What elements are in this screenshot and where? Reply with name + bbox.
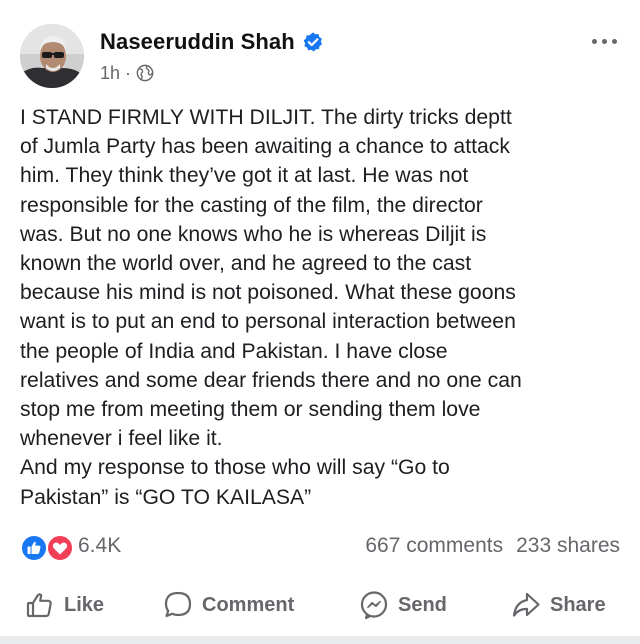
action-bar: Like Comment Send Share — [0, 582, 640, 628]
post-text-line: stop me from meeting them or sending the… — [20, 398, 481, 422]
comment-button[interactable]: Comment — [162, 582, 294, 628]
like-icon — [26, 593, 52, 618]
comments-shares: 667 comments 233 shares — [365, 532, 620, 560]
more-dot — [611, 38, 617, 44]
share-icon — [512, 592, 540, 617]
love-reaction-icon — [46, 534, 74, 562]
comment-icon — [164, 591, 192, 618]
divider-bar — [0, 636, 640, 644]
more-options-icon[interactable] — [588, 34, 620, 48]
post-header: Naseeruddin Shah 1h · — [20, 22, 620, 90]
share-label: Share — [550, 593, 606, 616]
post-text-line: whenever i feel like it. — [20, 427, 223, 451]
facebook-post: Naseeruddin Shah 1h · I STAND FIRMLY WIT… — [0, 0, 640, 644]
send-label: Send — [398, 593, 447, 616]
meta-separator: · — [125, 62, 132, 83]
post-text: I STAND FIRMLY WITH DILJIT. The dirty tr… — [20, 103, 625, 512]
share-button[interactable]: Share — [510, 582, 606, 628]
author-line: Naseeruddin Shah — [100, 28, 324, 56]
shares-count[interactable]: 233 shares — [516, 534, 620, 558]
post-text-line: was. But no one knows who he is whereas … — [20, 222, 487, 246]
reaction-icons — [20, 532, 74, 562]
reactions-summary[interactable]: 6.4K — [20, 532, 122, 562]
comments-count[interactable]: 667 comments — [365, 534, 503, 558]
post-text-line: the people of India and Pakistan. I have… — [20, 339, 448, 363]
like-label: Like — [64, 593, 105, 616]
avatar-photo — [20, 24, 84, 88]
more-dot — [591, 38, 597, 44]
post-text-line: relatives and some dear friends there an… — [20, 368, 522, 392]
like-reaction-icon — [20, 534, 48, 562]
globe-icon[interactable] — [136, 64, 154, 82]
post-time[interactable]: 1h — [100, 63, 120, 84]
post-text-line: him. They think they’ve got it at last. … — [20, 164, 469, 188]
messenger-send-icon — [360, 591, 388, 620]
post-text-line: And my response to those who will say “G… — [20, 456, 450, 480]
verified-badge-icon — [302, 31, 324, 53]
like-button[interactable]: Like — [24, 582, 104, 628]
post-text-line: Pakistan” is “GO TO KAILASA” — [20, 485, 312, 509]
post-text-line: of Jumla Party has been awaiting a chanc… — [20, 135, 510, 159]
reaction-count: 6.4K — [78, 534, 122, 557]
post-text-line: known the world over, and he agreed to t… — [20, 252, 472, 276]
author-name[interactable]: Naseeruddin Shah — [100, 29, 295, 55]
send-button[interactable]: Send — [358, 582, 447, 628]
comment-label: Comment — [202, 593, 295, 616]
post-text-line: I STAND FIRMLY WITH DILJIT. The dirty tr… — [20, 106, 512, 129]
author-block: Naseeruddin Shah 1h · — [100, 28, 324, 84]
post-text-line: responsible for the casting of the film,… — [20, 193, 483, 217]
post-stats: 6.4K 667 comments 233 shares — [20, 532, 620, 562]
post-text-line: want is to put an end to personal intera… — [20, 310, 516, 334]
more-dot — [601, 38, 607, 44]
post-text-line: because his mind is not poisoned. What t… — [20, 281, 516, 305]
post-meta: 1h · — [100, 62, 324, 84]
author-avatar[interactable] — [20, 24, 84, 88]
